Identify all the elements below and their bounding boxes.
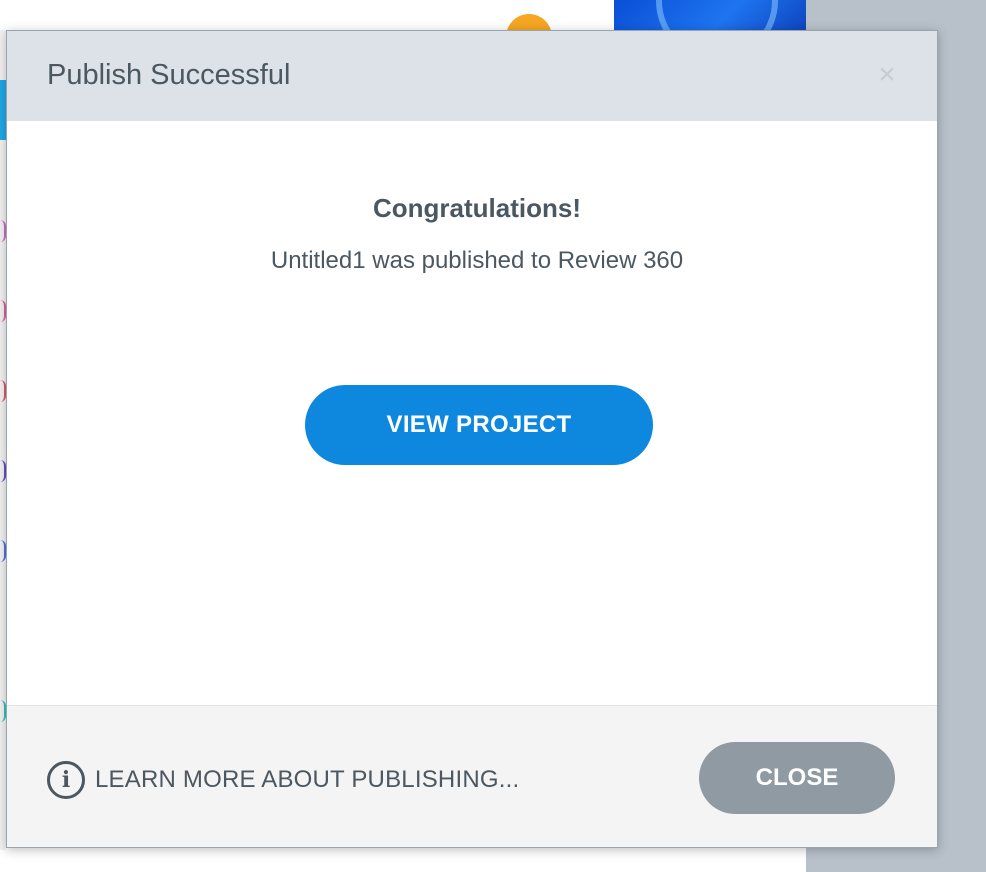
learn-more-link[interactable]: i LEARN MORE ABOUT PUBLISHING... (47, 760, 519, 800)
publish-successful-dialog: Publish Successful × Congratulations! Un… (6, 30, 938, 848)
view-project-button[interactable]: VIEW PROJECT (305, 385, 653, 465)
info-icon: i (47, 761, 85, 799)
congratulations-heading: Congratulations! (373, 193, 581, 223)
close-icon[interactable]: × (873, 57, 901, 93)
dialog-title: Publish Successful (47, 59, 291, 91)
dialog-body: Congratulations! Untitled1 was published… (7, 121, 937, 705)
close-button[interactable]: CLOSE (699, 742, 895, 814)
dialog-footer: i LEARN MORE ABOUT PUBLISHING... CLOSE (7, 705, 937, 847)
publish-message: Untitled1 was published to Review 360 (270, 247, 684, 274)
learn-more-label: LEARN MORE ABOUT PUBLISHING... (95, 766, 520, 793)
dialog-header: Publish Successful × (7, 31, 937, 121)
background-titlebar (0, 0, 614, 60)
